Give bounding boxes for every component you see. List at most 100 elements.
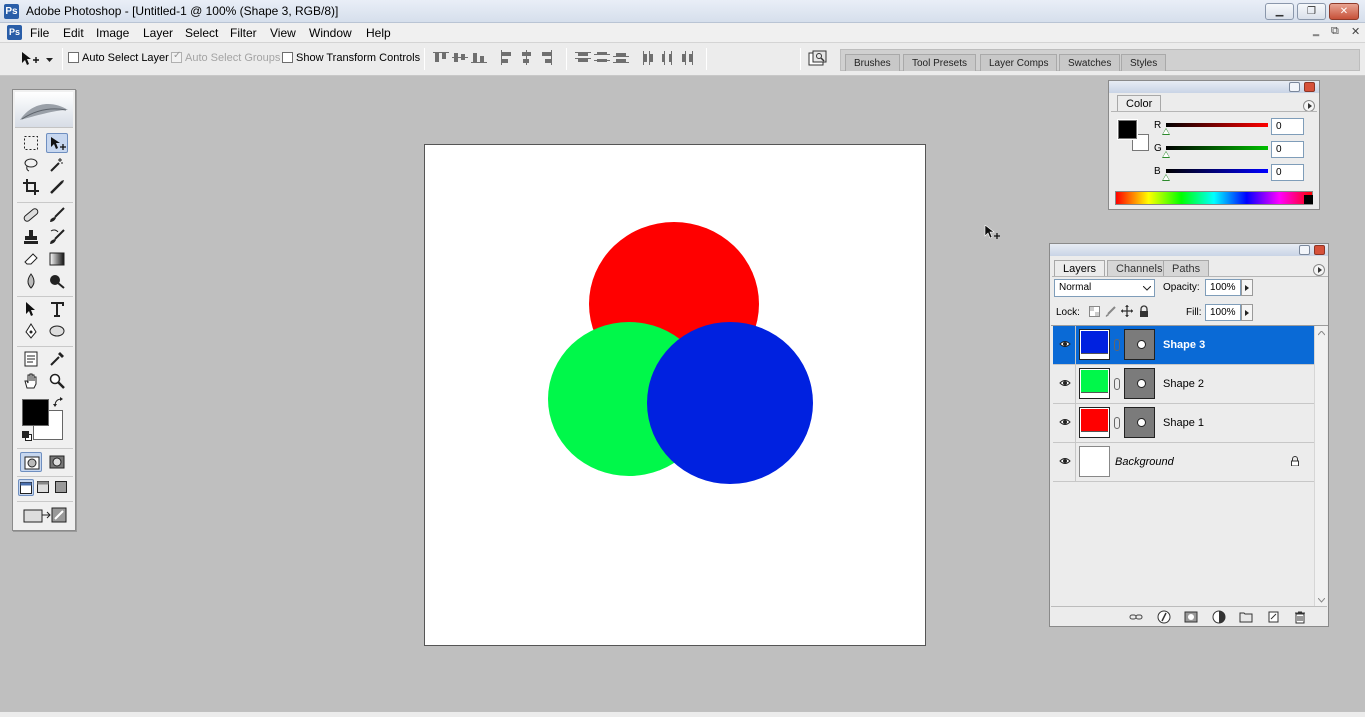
color-ramp[interactable] [1115,191,1313,205]
align-bottom-edges-icon[interactable] [471,50,489,66]
healing-brush-tool[interactable] [20,205,42,225]
menu-view[interactable]: View [266,25,300,41]
fill-slider-button[interactable] [1241,304,1253,321]
vector-mask-thumbnail[interactable] [1124,407,1155,438]
lock-transparent-pixels-icon[interactable] [1089,306,1100,317]
green-slider-thumb[interactable] [1162,151,1170,158]
document-canvas[interactable] [424,144,926,646]
eyedropper-tool[interactable] [46,349,68,369]
layers-panel-menu-icon[interactable] [1313,264,1325,276]
tab-channels[interactable]: Channels [1107,260,1172,276]
blue-channel-slider[interactable] [1166,169,1268,173]
red-channel-slider[interactable] [1166,123,1268,127]
vector-mask-thumbnail[interactable] [1124,368,1155,399]
distribute-bottom-edges-icon[interactable] [613,50,631,66]
new-layer-icon[interactable] [1266,610,1280,624]
well-tab-swatches[interactable]: Swatches [1059,54,1121,71]
lock-position-icon[interactable] [1121,305,1133,317]
layers-panel-minimize-button[interactable] [1299,245,1310,255]
blur-tool[interactable] [20,271,42,291]
layer-row-background[interactable]: Background [1053,443,1314,482]
gradient-tool[interactable] [46,249,68,269]
ellipse-tool[interactable] [46,321,68,341]
well-tab-brushes[interactable]: Brushes [845,54,900,71]
align-vertical-centers-icon[interactable] [452,50,470,66]
distribute-top-edges-icon[interactable] [575,50,593,66]
quick-mask-mode-button[interactable] [46,452,68,472]
blue-channel-input[interactable]: 0 [1271,164,1304,181]
standard-screen-mode-button[interactable] [18,479,34,496]
menu-file[interactable]: File [26,25,53,41]
new-group-icon[interactable] [1239,610,1253,624]
swap-colors-icon[interactable] [53,397,64,408]
menu-edit[interactable]: Edit [59,25,88,41]
scroll-up-icon[interactable] [1318,331,1325,336]
align-left-edges-icon[interactable] [499,50,517,66]
color-panel-minimize-button[interactable] [1289,82,1300,92]
clone-stamp-tool[interactable] [20,227,42,247]
layer-row-shape-3[interactable]: Shape 3 [1053,326,1314,365]
slice-tool[interactable] [46,177,68,197]
layers-panel-titlebar[interactable] [1050,244,1328,256]
vector-mask-thumbnail[interactable] [1124,329,1155,360]
photoshop-app-icon[interactable]: Ps [4,4,19,19]
document-icon[interactable]: Ps [7,25,22,40]
layers-scrollbar[interactable] [1314,326,1327,607]
crop-tool[interactable] [20,177,42,197]
layers-panel-close-button[interactable] [1314,245,1325,255]
auto-select-layer-checkbox[interactable] [68,52,79,63]
black-ramp-swatch[interactable] [1304,195,1313,204]
tab-paths[interactable]: Paths [1163,260,1210,276]
lasso-tool[interactable] [20,155,42,175]
tab-layers[interactable]: Layers [1054,260,1106,276]
distribute-right-edges-icon[interactable] [679,50,697,66]
align-horizontal-centers-icon[interactable] [518,50,536,66]
color-panel-close-button[interactable] [1304,82,1315,92]
color-panel-titlebar[interactable] [1109,81,1319,93]
menu-select[interactable]: Select [181,25,222,41]
layer-name[interactable]: Background [1115,456,1174,468]
green-channel-input[interactable]: 0 [1271,141,1304,158]
layer-name[interactable]: Shape 3 [1163,339,1205,351]
path-selection-tool[interactable] [20,299,42,319]
visibility-eye-icon[interactable] [1059,416,1071,428]
menu-image[interactable]: Image [92,25,133,41]
delete-layer-icon[interactable] [1293,610,1307,624]
document-close-button[interactable]: ✕ [1351,25,1360,38]
visibility-eye-icon[interactable] [1059,377,1071,389]
blend-mode-select[interactable]: Normal [1054,279,1155,297]
toolbox-header[interactable] [15,92,73,128]
window-restore-button[interactable]: ❐ [1297,3,1326,20]
new-adjustment-layer-icon[interactable] [1212,610,1226,624]
layer-row-shape-2[interactable]: Shape 2 [1053,365,1314,404]
scroll-down-icon[interactable] [1318,598,1325,603]
tool-preset-picker[interactable] [6,48,56,70]
opacity-input[interactable]: 100% [1205,279,1241,296]
distribute-horizontal-centers-icon[interactable] [660,50,678,66]
layer-name[interactable]: Shape 1 [1163,417,1204,429]
well-tab-styles[interactable]: Styles [1121,54,1167,71]
align-right-edges-icon[interactable] [537,50,555,66]
link-mask-icon[interactable] [1114,417,1120,429]
layer-row-shape-1[interactable]: Shape 1 [1053,404,1314,443]
add-layer-mask-icon[interactable] [1184,610,1198,624]
type-tool[interactable] [46,299,68,319]
distribute-vertical-centers-icon[interactable] [594,50,612,66]
link-mask-icon[interactable] [1114,378,1120,390]
layer-name[interactable]: Shape 2 [1163,378,1204,390]
color-panel-foreground-swatch[interactable] [1117,119,1138,140]
menu-layer[interactable]: Layer [139,25,177,41]
align-top-edges-icon[interactable] [433,50,451,66]
menu-help[interactable]: Help [362,25,395,41]
history-brush-tool[interactable] [46,227,68,247]
standard-mode-button[interactable] [20,452,42,472]
pen-tool[interactable] [20,321,42,341]
opacity-slider-button[interactable] [1241,279,1253,296]
move-tool[interactable] [46,133,68,153]
notes-tool[interactable] [20,349,42,369]
full-screen-menu-mode-button[interactable] [36,479,52,496]
add-layer-style-icon[interactable] [1157,610,1171,624]
lock-image-pixels-icon[interactable] [1105,306,1116,317]
dodge-tool[interactable] [46,271,68,291]
show-transform-controls-checkbox[interactable] [282,52,293,63]
